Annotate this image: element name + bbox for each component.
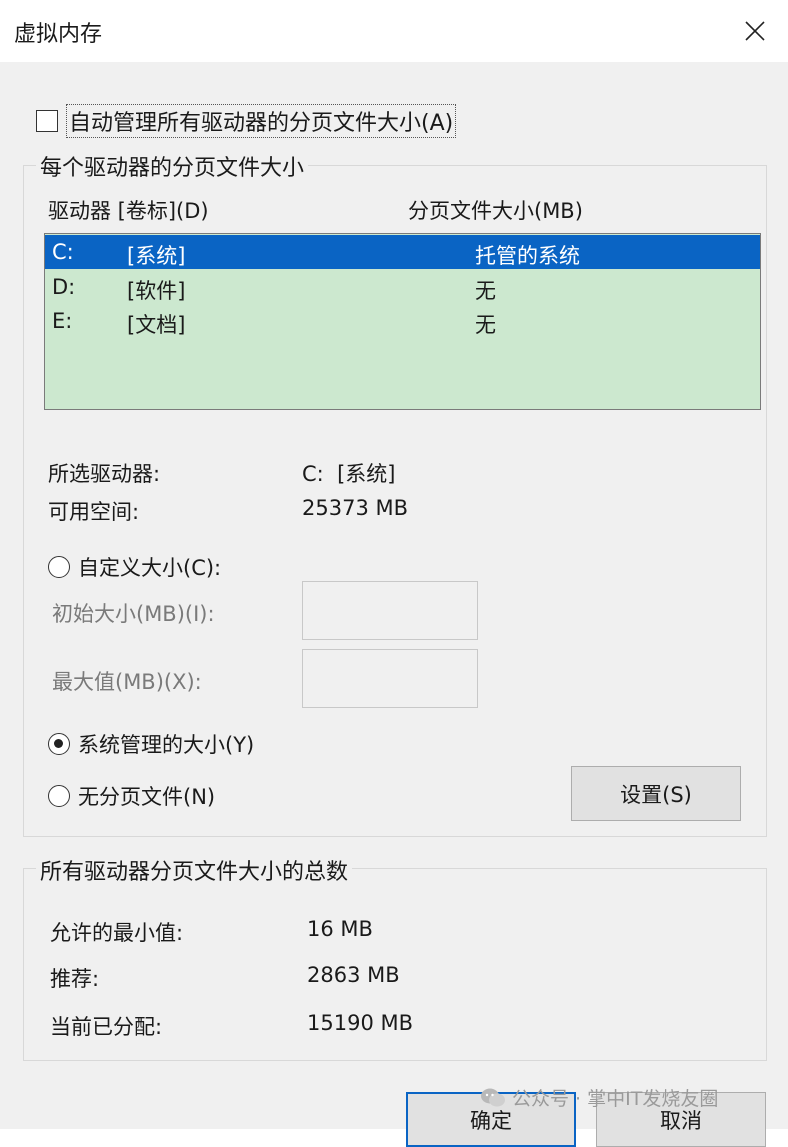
auto-manage-checkbox[interactable] [36, 110, 58, 132]
drive-letter: D: [52, 275, 76, 299]
no-paging-file-option[interactable]: 无分页文件(N) [48, 781, 215, 811]
custom-size-label[interactable]: 自定义大小(C): [78, 552, 221, 582]
no-paging-file-radio[interactable] [48, 785, 70, 807]
drive-volume-label: [系统] [127, 244, 186, 268]
currently-allocated-label: 当前已分配: [50, 1015, 163, 1039]
column-header-drive: 驱动器 [卷标](D) [48, 199, 209, 223]
custom-size-radio[interactable] [48, 556, 70, 578]
free-space-label: 可用空间: [48, 500, 140, 524]
drive-listbox[interactable]: C: [系统] 托管的系统 D: [软件] 无 E: [文档] 无 [44, 233, 761, 410]
min-allowed-value: 16 MB [307, 917, 373, 941]
watermark-text: 公众号 · 掌中IT发烧友圈 [512, 1088, 719, 1110]
free-space-value: 25373 MB [302, 496, 409, 520]
auto-manage-row[interactable]: 自动管理所有驱动器的分页文件大小(A) [36, 104, 457, 138]
no-paging-file-label[interactable]: 无分页文件(N) [78, 781, 215, 811]
column-header-size: 分页文件大小(MB) [408, 199, 583, 223]
drive-letter: E: [52, 309, 73, 333]
max-size-label: 最大值(MB)(X): [52, 670, 202, 694]
system-managed-option[interactable]: 系统管理的大小(Y) [48, 729, 254, 759]
set-button[interactable]: 设置(S) [571, 766, 741, 821]
drive-page-size: 无 [475, 279, 496, 303]
system-managed-label[interactable]: 系统管理的大小(Y) [78, 729, 254, 759]
initial-size-input[interactable] [302, 581, 478, 640]
recommended-value: 2863 MB [307, 963, 400, 987]
drive-volume-label: [软件] [127, 279, 186, 303]
selected-drive-label: 所选驱动器: [48, 462, 161, 486]
close-icon [745, 21, 765, 41]
currently-allocated-value: 15190 MB [307, 1011, 414, 1035]
watermark: 公众号 · 掌中IT发烧友圈 [480, 1084, 718, 1111]
recommended-label: 推荐: [50, 967, 100, 991]
selected-drive-value: C: [系统] [302, 462, 396, 486]
system-managed-radio[interactable] [48, 733, 70, 755]
max-size-input[interactable] [302, 649, 478, 708]
close-button[interactable] [730, 8, 780, 54]
drive-volume-label: [文档] [127, 313, 186, 337]
min-allowed-label: 允许的最小值: [50, 921, 184, 945]
totals-group-title: 所有驱动器分页文件大小的总数 [36, 854, 353, 886]
auto-manage-label[interactable]: 自动管理所有驱动器的分页文件大小(A) [66, 104, 457, 138]
initial-size-label: 初始大小(MB)(I): [52, 602, 215, 626]
drive-row-c[interactable]: C: [系统] 托管的系统 [45, 235, 760, 269]
per-drive-group-title: 每个驱动器的分页文件大小 [36, 150, 309, 182]
wechat-icon [481, 1088, 505, 1106]
drive-page-size: 无 [475, 313, 496, 337]
drive-row-d[interactable]: D: [软件] 无 [45, 270, 760, 304]
window-title: 虚拟内存 [14, 22, 103, 47]
title-bar: 虚拟内存 [0, 0, 788, 62]
drive-letter: C: [52, 240, 74, 264]
drive-page-size: 托管的系统 [475, 244, 580, 268]
custom-size-option[interactable]: 自定义大小(C): [48, 552, 221, 582]
drive-row-e[interactable]: E: [文档] 无 [45, 304, 760, 338]
